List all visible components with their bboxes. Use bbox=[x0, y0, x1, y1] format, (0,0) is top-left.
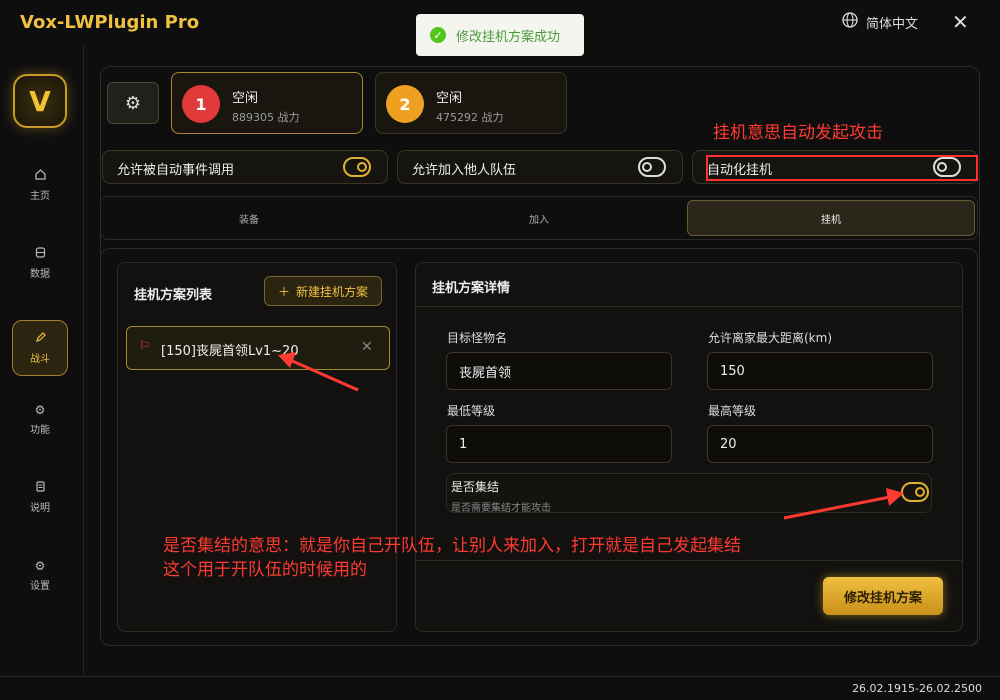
distance-input[interactable]: 150 bbox=[707, 352, 933, 390]
target-label: 目标怪物名 bbox=[447, 331, 508, 345]
sidebar-item-settings[interactable]: ⚙ 设置 bbox=[12, 547, 68, 603]
account-number-badge: 2 bbox=[386, 85, 424, 123]
max-level-input[interactable]: 20 bbox=[707, 425, 933, 463]
toggle-label: 允许加入他人队伍 bbox=[412, 163, 517, 178]
plan-name: [150]丧屍首领Lv1~20 bbox=[161, 344, 299, 359]
version-label: 26.02.1915-26.02.2500 bbox=[852, 682, 982, 695]
rally-subtitle: 是否需要集结才能攻击 bbox=[451, 503, 551, 514]
annotation-rally-line2: 这个用于开队伍的时候用的 bbox=[163, 560, 367, 580]
toggle-switch[interactable] bbox=[638, 157, 666, 177]
account-status: 空闲 bbox=[232, 91, 259, 106]
check-icon: ✓ bbox=[430, 27, 446, 43]
close-icon[interactable]: ✕ bbox=[952, 10, 969, 34]
sidebar-item-label: 说明 bbox=[30, 502, 50, 514]
account-status: 空闲 bbox=[436, 91, 463, 106]
tab-hangup[interactable]: 挂机 bbox=[687, 200, 975, 236]
plus-icon: ＋ bbox=[277, 284, 290, 299]
pencil-icon bbox=[35, 331, 46, 346]
rally-toggle[interactable] bbox=[901, 482, 929, 502]
success-toast: ✓ 修改挂机方案成功 bbox=[416, 14, 584, 56]
min-level-input[interactable]: 1 bbox=[446, 425, 672, 463]
account-power: 475292 战力 bbox=[436, 111, 504, 124]
account-card-1[interactable]: 1 空闲 889305 战力 bbox=[171, 72, 363, 134]
sidebar-item-home[interactable]: 主页 bbox=[12, 157, 68, 213]
footer: 26.02.1915-26.02.2500 bbox=[0, 676, 1000, 700]
rally-title: 是否集结 bbox=[451, 480, 500, 494]
plan-list-title: 挂机方案列表 bbox=[134, 288, 213, 303]
settings-icon: ⚙ bbox=[34, 558, 46, 573]
min-level-label: 最低等级 bbox=[447, 404, 496, 418]
distance-label: 允许离家最大距离(km) bbox=[708, 331, 833, 345]
target-input[interactable]: 丧屍首领 bbox=[446, 352, 672, 390]
sidebar-item-functions[interactable]: ⚙ 功能 bbox=[12, 391, 68, 447]
toast-message: 修改挂机方案成功 bbox=[456, 29, 561, 45]
sidebar-item-label: 数据 bbox=[30, 268, 50, 280]
save-plan-button[interactable]: 修改挂机方案 bbox=[823, 577, 943, 615]
toggle-row-join-others: 允许加入他人队伍 bbox=[397, 150, 683, 184]
new-plan-button[interactable]: ＋ 新建挂机方案 bbox=[264, 276, 382, 306]
tab-bar: 装备 加入 挂机 bbox=[100, 196, 978, 240]
annotation-auto: 挂机意思自动发起攻击 bbox=[713, 123, 883, 143]
account-number-badge: 1 bbox=[182, 85, 220, 123]
database-icon bbox=[35, 246, 46, 261]
app-logo: V bbox=[13, 74, 67, 128]
rally-row: 是否集结 是否需要集结才能攻击 bbox=[446, 473, 932, 514]
divider bbox=[416, 560, 962, 561]
home-icon bbox=[34, 168, 46, 183]
divider bbox=[416, 306, 962, 307]
globe-icon bbox=[842, 12, 858, 32]
toggle-label: 允许被自动事件调用 bbox=[117, 163, 235, 178]
plan-list-item[interactable]: ⚐ [150]丧屍首领Lv1~20 ✕ bbox=[126, 326, 390, 370]
language-label: 简体中文 bbox=[866, 16, 919, 32]
max-level-label: 最高等级 bbox=[708, 404, 757, 418]
annotation-highlight-box bbox=[706, 155, 978, 181]
gear-icon: ⚙ bbox=[34, 402, 46, 417]
sidebar-item-label: 功能 bbox=[30, 424, 50, 436]
toggle-switch[interactable] bbox=[343, 157, 371, 177]
account-power: 889305 战力 bbox=[232, 111, 300, 124]
account-card-2[interactable]: 2 空闲 475292 战力 bbox=[375, 72, 567, 134]
delete-icon[interactable]: ✕ bbox=[361, 339, 373, 355]
sidebar-item-data[interactable]: 数据 bbox=[12, 235, 68, 291]
tab-equipment[interactable]: 装备 bbox=[104, 200, 394, 236]
sidebar-item-label: 主页 bbox=[30, 190, 50, 202]
sidebar-item-battle[interactable]: 战斗 bbox=[12, 320, 68, 376]
app-title: Vox-LWPlugin Pro bbox=[20, 12, 200, 33]
language-selector[interactable]: 简体中文 bbox=[842, 12, 918, 32]
sidebar-item-label: 设置 bbox=[30, 580, 50, 592]
flag-icon: ⚐ bbox=[139, 339, 151, 354]
plan-detail-title: 挂机方案详情 bbox=[432, 281, 511, 296]
gear-icon: ⚙ bbox=[124, 92, 142, 114]
sidebar-item-label: 战斗 bbox=[30, 353, 50, 365]
tab-join[interactable]: 加入 bbox=[394, 200, 684, 236]
toggle-row-auto-event: 允许被自动事件调用 bbox=[102, 150, 388, 184]
annotation-rally-line1: 是否集结的意思：就是你自己开队伍，让别人来加入，打开就是自己发起集结 bbox=[163, 536, 741, 556]
settings-button[interactable]: ⚙ bbox=[107, 82, 159, 124]
document-icon bbox=[35, 480, 46, 495]
new-plan-label: 新建挂机方案 bbox=[296, 284, 369, 299]
sidebar-item-docs[interactable]: 说明 bbox=[12, 469, 68, 525]
